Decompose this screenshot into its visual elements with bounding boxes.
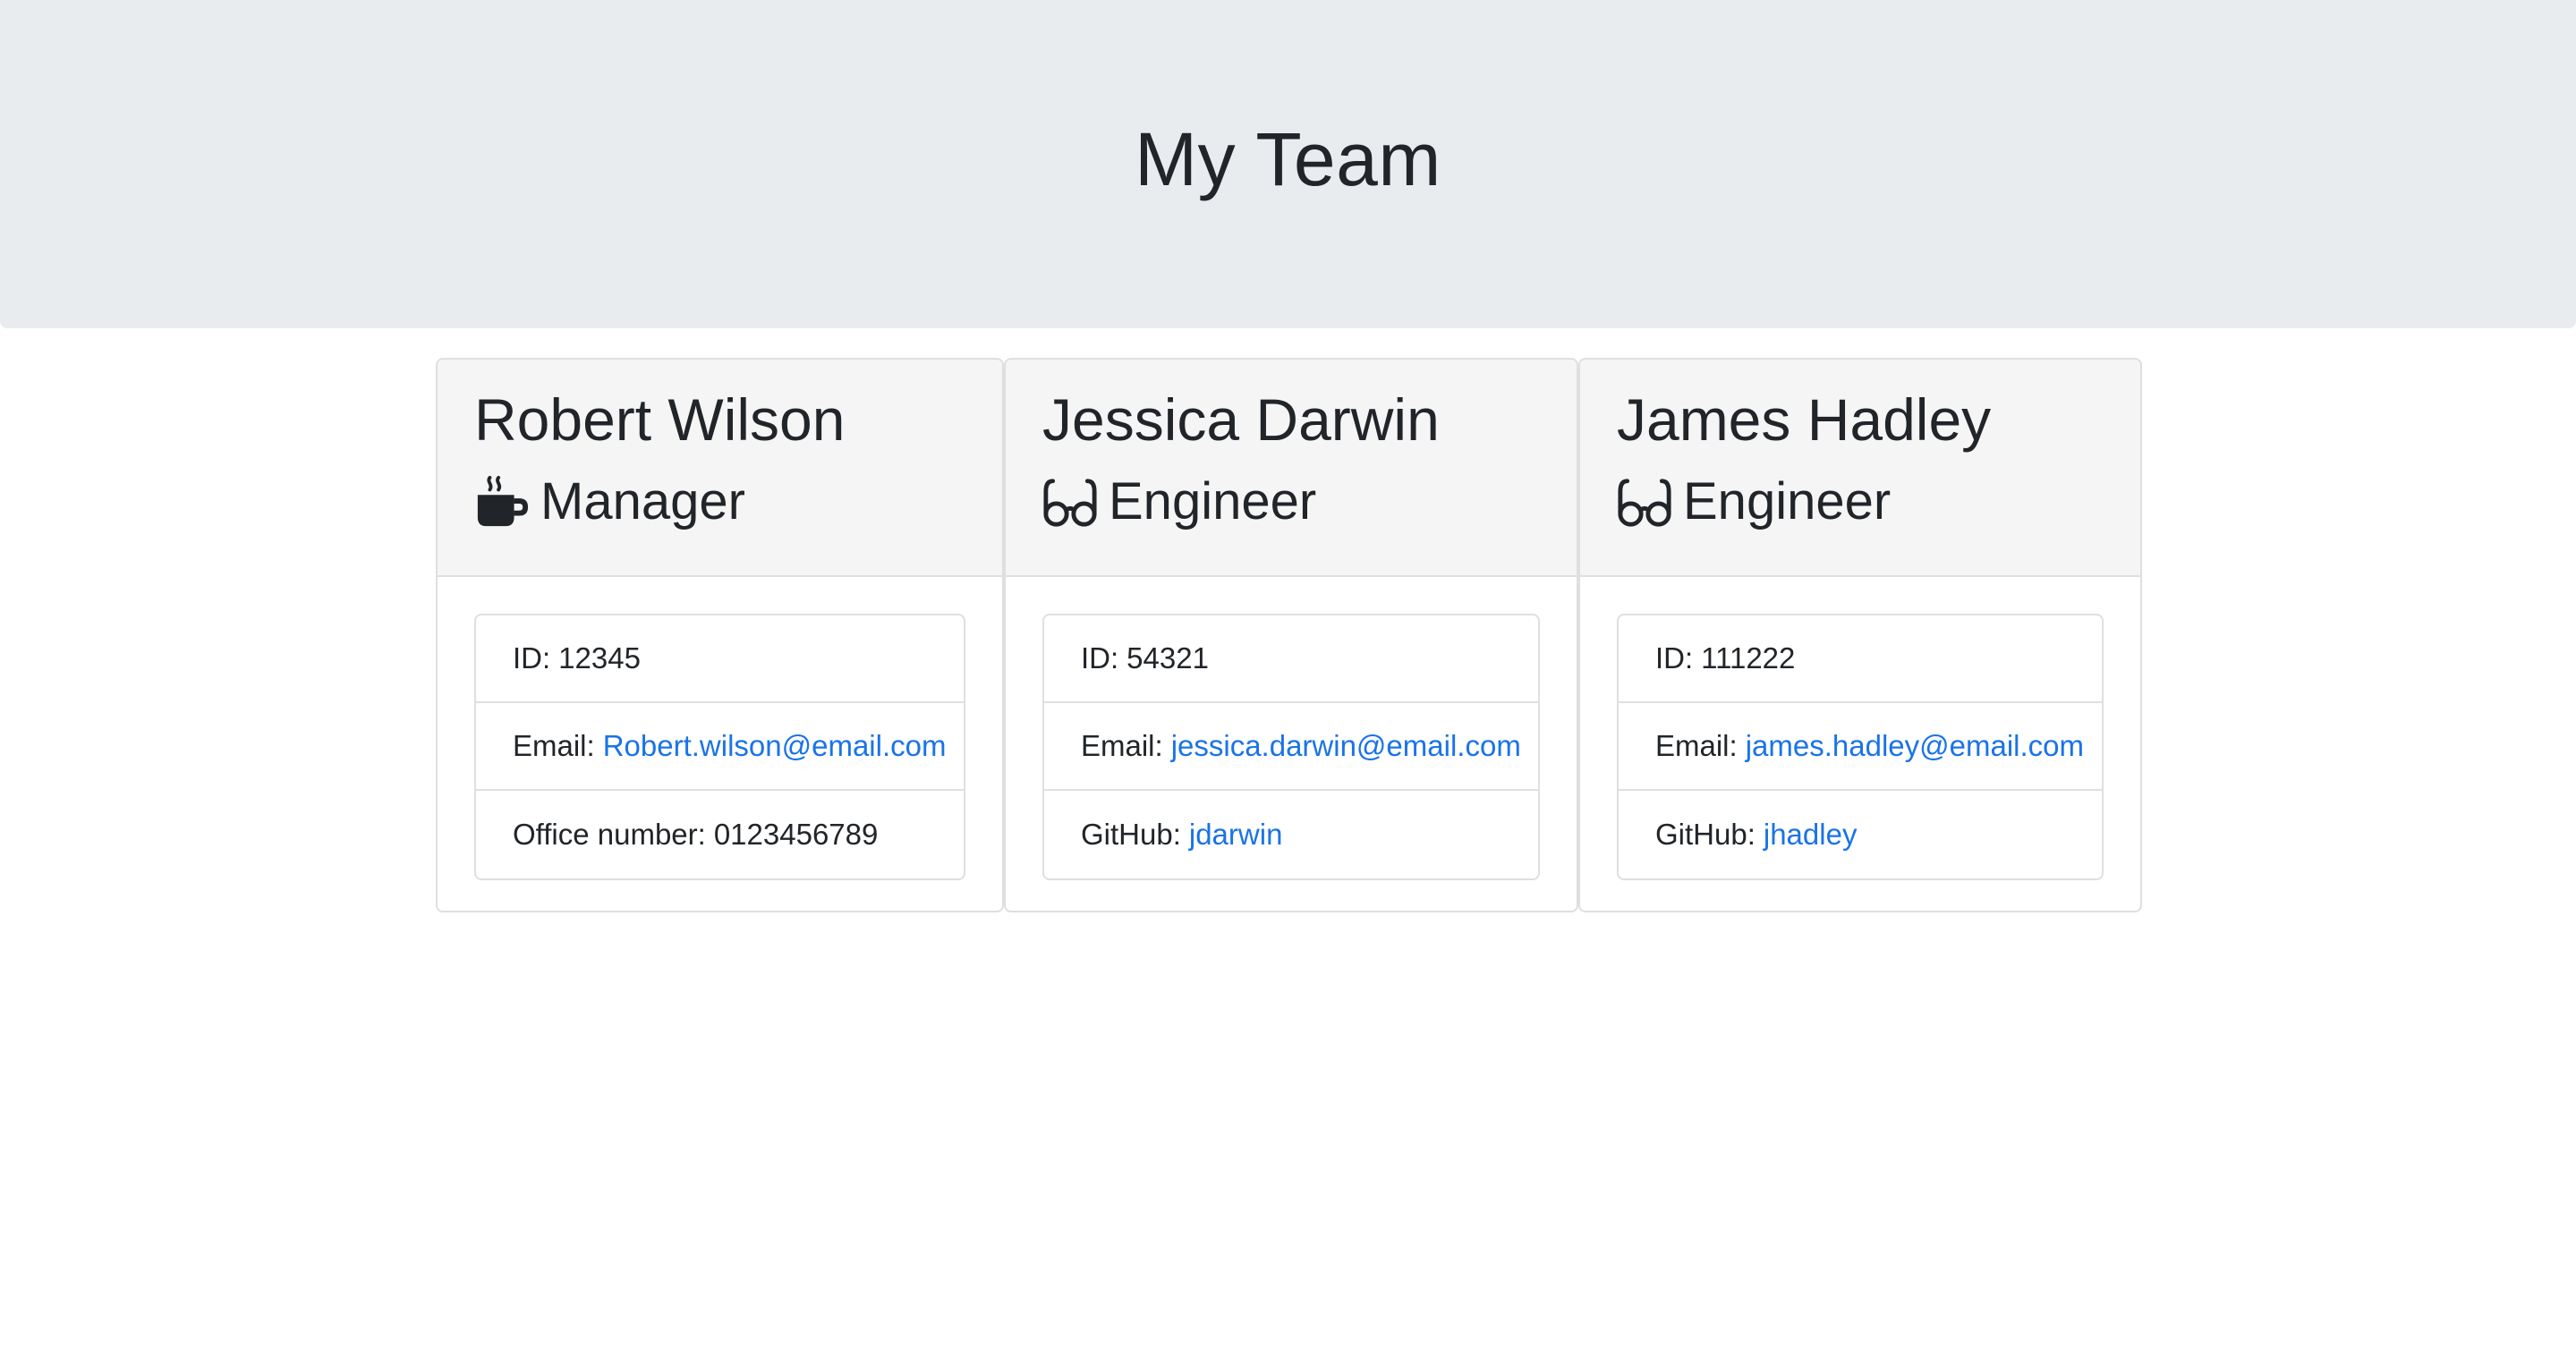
employee-github-row: GitHub: jhadley bbox=[1619, 791, 2102, 878]
employee-role: Manager bbox=[474, 471, 745, 533]
employee-id-row: ID: 12345 bbox=[476, 615, 964, 703]
card-header: Jessica Darwin Engineer bbox=[1006, 360, 1577, 577]
employee-name: James Hadley bbox=[1617, 386, 1992, 453]
detail-value: 0123456789 bbox=[713, 818, 879, 851]
coffee-mug-icon bbox=[474, 474, 530, 530]
employee-card-james-hadley: James Hadley Engineer ID: 111222 Email: … bbox=[1578, 358, 2142, 912]
employee-office-row: Office number: 0123456789 bbox=[476, 791, 964, 878]
email-link[interactable]: Robert.wilson@email.com bbox=[603, 729, 947, 763]
card-header: James Hadley Engineer bbox=[1580, 360, 2140, 577]
detail-label: GitHub: bbox=[1081, 818, 1181, 851]
employee-role-label: Manager bbox=[540, 472, 745, 530]
employee-email-row: Email: james.hadley@email.com bbox=[1619, 703, 2102, 791]
employee-role: Engineer bbox=[1042, 471, 1316, 533]
detail-label: GitHub: bbox=[1655, 818, 1756, 851]
email-link[interactable]: james.hadley@email.com bbox=[1746, 729, 2084, 763]
glasses-icon bbox=[1617, 474, 1672, 530]
detail-label: Email: bbox=[513, 729, 595, 762]
detail-label: Email: bbox=[1081, 729, 1163, 762]
employee-details-list: ID: 12345 Email: Robert.wilson@email.com… bbox=[474, 614, 965, 880]
employee-github-row: GitHub: jdarwin bbox=[1044, 791, 1538, 878]
page-header: My Team bbox=[0, 0, 2576, 328]
detail-value: 111222 bbox=[1701, 641, 1796, 674]
page-title: My Team bbox=[1135, 117, 1441, 201]
glasses-icon bbox=[1042, 474, 1098, 530]
employee-role-label: Engineer bbox=[1683, 472, 1892, 530]
detail-label: ID: bbox=[1655, 641, 1694, 674]
detail-label: Email: bbox=[1655, 729, 1738, 762]
employee-id-row: ID: 111222 bbox=[1619, 615, 2102, 703]
employee-details-list: ID: 54321 Email: jessica.darwin@email.co… bbox=[1042, 614, 1540, 880]
email-link[interactable]: jessica.darwin@email.com bbox=[1171, 729, 1521, 763]
employee-role-label: Engineer bbox=[1109, 472, 1317, 530]
github-link[interactable]: jdarwin bbox=[1189, 818, 1283, 852]
detail-label: Office number: bbox=[513, 818, 706, 851]
employee-email-row: Email: jessica.darwin@email.com bbox=[1044, 703, 1538, 791]
employee-card-jessica-darwin: Jessica Darwin Engineer ID: 54321 Email:… bbox=[1004, 358, 1578, 912]
card-header: Robert Wilson Manager bbox=[438, 360, 1002, 577]
detail-label: ID: bbox=[1081, 641, 1119, 674]
employee-card-robert-wilson: Robert Wilson Manager ID: 12345 Email: R… bbox=[436, 358, 1004, 912]
employee-role: Engineer bbox=[1617, 471, 1891, 533]
employee-details-list: ID: 111222 Email: james.hadley@email.com… bbox=[1617, 614, 2104, 880]
employee-email-row: Email: Robert.wilson@email.com bbox=[476, 703, 964, 791]
detail-value: 54321 bbox=[1126, 641, 1209, 674]
detail-value: 12345 bbox=[558, 641, 641, 674]
employee-name: Jessica Darwin bbox=[1042, 386, 1440, 453]
page: My Team Robert Wilson Manager ID: 12345 … bbox=[0, 0, 2576, 1349]
employee-name: Robert Wilson bbox=[474, 386, 846, 453]
employee-id-row: ID: 54321 bbox=[1044, 615, 1538, 703]
github-link[interactable]: jhadley bbox=[1764, 818, 1858, 852]
detail-label: ID: bbox=[513, 641, 551, 674]
